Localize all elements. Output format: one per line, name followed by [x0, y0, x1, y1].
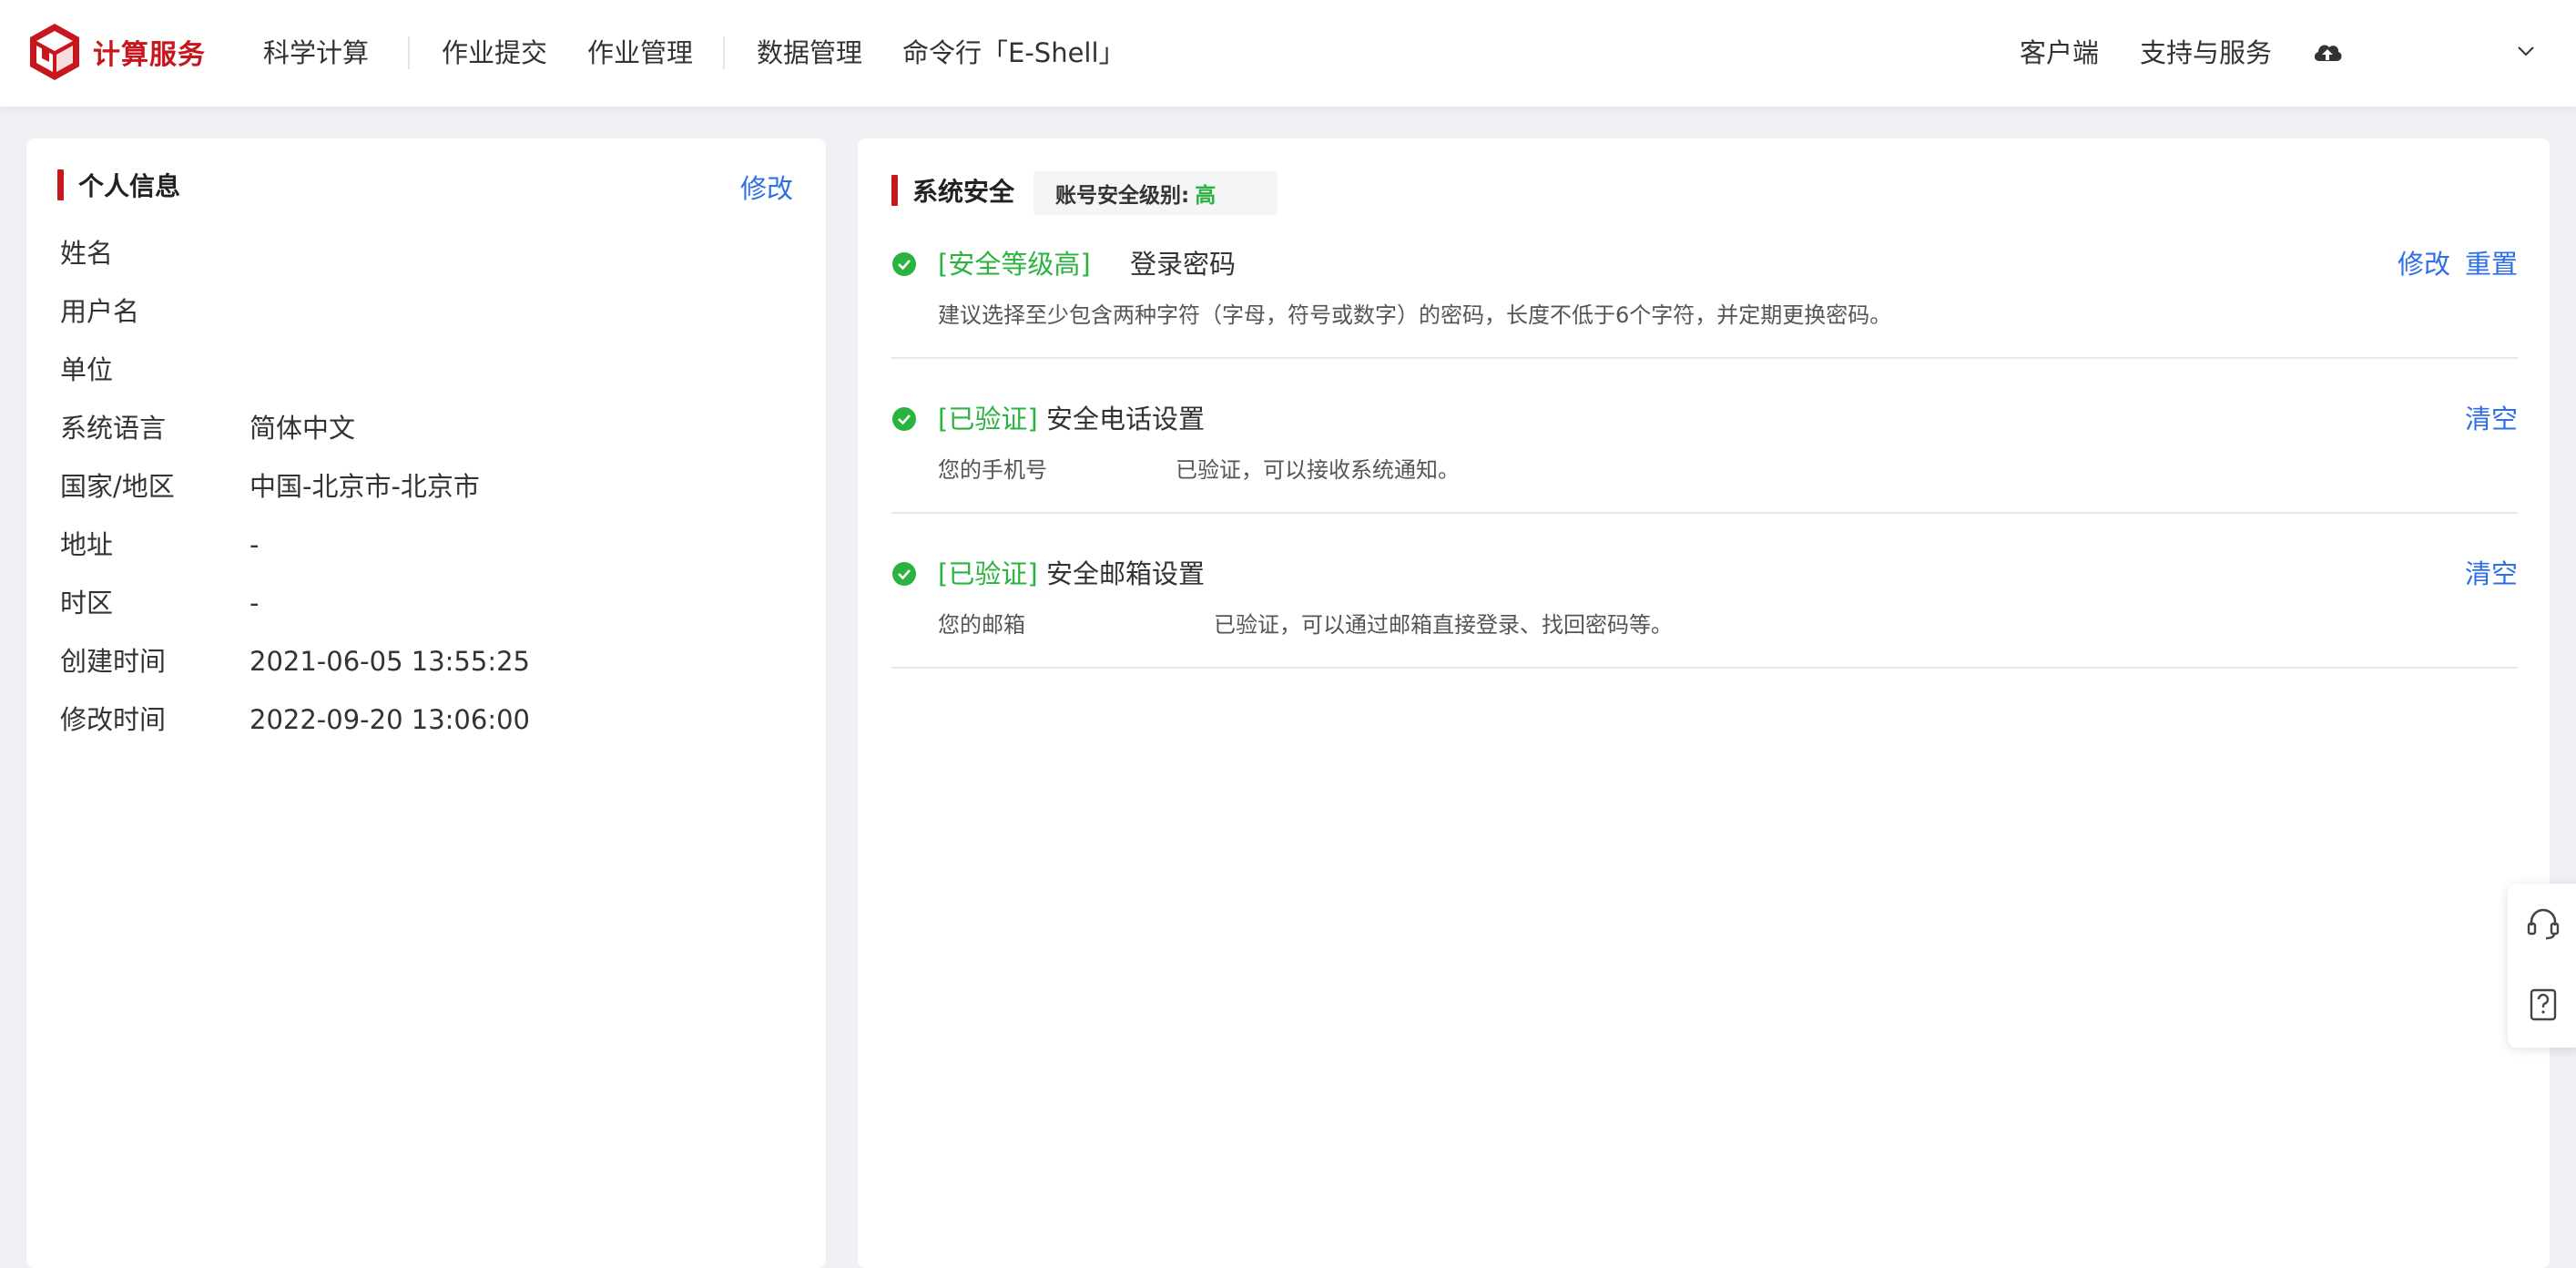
info-row-address: 地址 -: [60, 525, 807, 565]
info-row-name: 姓名: [60, 233, 807, 273]
title-accent-bar: [57, 169, 64, 200]
security-level-value: 高: [1195, 184, 1217, 208]
nav-eshell[interactable]: 命令行「E-Shell」: [902, 33, 1125, 73]
security-level-label: 账号安全级别:: [1055, 184, 1190, 208]
nav-job-management[interactable]: 作业管理: [587, 33, 693, 73]
info-label: 地址: [60, 529, 114, 560]
nav-divider: [723, 36, 725, 69]
security-item-verified-note: 已验证，可以通过邮箱直接登录、找回密码等。: [1214, 612, 1673, 638]
security-title: 系统安全: [891, 171, 1014, 210]
clear-email-link[interactable]: 清空: [2465, 558, 2518, 589]
modify-password-link[interactable]: 修改: [2398, 249, 2450, 280]
security-item-phone: [已验证] 安全电话设置 您的手机号 已验证，可以接收系统通知。 清空: [891, 401, 2518, 556]
security-status: [安全等级高]: [938, 249, 1091, 280]
info-row-organization: 单位: [60, 350, 807, 390]
check-circle-icon: [892, 407, 916, 431]
chevron-down-icon[interactable]: [2515, 40, 2537, 62]
system-security-card: 系统安全 账号安全级别: 高 [安全等级高] 登录密码 建议选择至少包含两种字符…: [858, 138, 2550, 1268]
divider: [891, 357, 2518, 359]
info-label: 单位: [60, 354, 114, 385]
security-title-text: 系统安全: [912, 177, 1015, 207]
divider: [891, 512, 2518, 514]
info-row-username: 用户名: [60, 291, 807, 332]
security-item-description: 您的手机号: [938, 457, 1047, 483]
logo[interactable]: 计算服务: [27, 22, 206, 82]
info-value: 2021-06-05 13:55:25: [249, 646, 530, 677]
nav-scientific-computing[interactable]: 科学计算: [263, 33, 369, 73]
security-item-actions: 清空: [2450, 401, 2518, 437]
info-value: -: [249, 588, 260, 619]
divider: [891, 667, 2518, 669]
nav-divider: [408, 36, 410, 69]
client-link[interactable]: 客户端: [2020, 33, 2099, 73]
security-item-actions: 修改 重置: [2383, 246, 2518, 282]
info-value: -: [249, 529, 260, 560]
security-level-badge: 账号安全级别: 高: [1033, 171, 1278, 215]
logo-text: 计算服务: [93, 39, 206, 71]
info-value: 2022-09-20 13:06:00: [249, 704, 530, 735]
cloud-upload-icon[interactable]: [2311, 36, 2344, 69]
info-value: 中国-北京市-北京市: [249, 471, 480, 502]
info-row-region: 国家/地区 中国-北京市-北京市: [60, 466, 807, 506]
info-label: 姓名: [60, 238, 114, 269]
support-link[interactable]: 支持与服务: [2140, 33, 2272, 73]
info-label: 时区: [60, 588, 114, 619]
title-accent-bar: [891, 175, 898, 206]
info-row-created: 创建时间 2021-06-05 13:55:25: [60, 641, 807, 681]
security-item-name: 安全电话设置: [1046, 404, 1206, 435]
security-item-name: 登录密码: [1130, 249, 1237, 280]
info-label: 创建时间: [60, 646, 167, 677]
floating-help-widget: [2508, 884, 2576, 1048]
info-row-timezone: 时区 -: [60, 583, 807, 623]
clear-phone-link[interactable]: 清空: [2465, 404, 2518, 435]
edit-profile-link[interactable]: 修改: [740, 168, 793, 206]
personal-info-title: 个人信息: [57, 166, 180, 204]
security-item-verified-note: 已验证，可以接收系统通知。: [1176, 457, 1460, 483]
info-row-language: 系统语言 简体中文: [60, 408, 807, 448]
check-circle-icon: [892, 252, 916, 276]
security-status: [已验证]: [938, 558, 1038, 589]
headset-icon[interactable]: [2524, 904, 2562, 942]
cube-logo-icon: [30, 24, 79, 80]
info-label: 系统语言: [60, 413, 167, 444]
reset-password-link[interactable]: 重置: [2465, 249, 2518, 280]
security-item-description: 建议选择至少包含两种字符（字母，符号或数字）的密码，长度不低于6个字符，并定期更…: [938, 302, 1892, 328]
info-label: 国家/地区: [60, 471, 175, 502]
info-row-modified: 修改时间 2022-09-20 13:06:00: [60, 700, 807, 740]
security-item-email: [已验证] 安全邮箱设置 您的邮箱 已验证，可以通过邮箱直接登录、找回密码等。 …: [891, 556, 2518, 711]
info-value: 简体中文: [249, 413, 356, 444]
security-item-description: 您的邮箱: [938, 612, 1025, 638]
security-item-actions: 清空: [2450, 556, 2518, 592]
security-status: [已验证]: [938, 404, 1038, 435]
nav-data-management[interactable]: 数据管理: [757, 33, 862, 73]
personal-info-title-text: 个人信息: [78, 171, 181, 201]
security-item-password: [安全等级高] 登录密码 建议选择至少包含两种字符（字母，符号或数字）的密码，长…: [891, 246, 2518, 401]
info-label: 用户名: [60, 296, 140, 327]
top-navigation: 计算服务 科学计算 作业提交 作业管理 数据管理 命令行「E-Shell」 客户…: [0, 0, 2576, 107]
security-item-name: 安全邮箱设置: [1046, 558, 1206, 589]
help-document-icon[interactable]: [2524, 986, 2562, 1024]
personal-info-card: 个人信息 修改 姓名 用户名 单位 系统语言 简体中文 国家/地区 中国-北京市…: [26, 138, 826, 1268]
nav-job-submit[interactable]: 作业提交: [442, 33, 547, 73]
info-label: 修改时间: [60, 704, 167, 735]
check-circle-icon: [892, 562, 916, 586]
